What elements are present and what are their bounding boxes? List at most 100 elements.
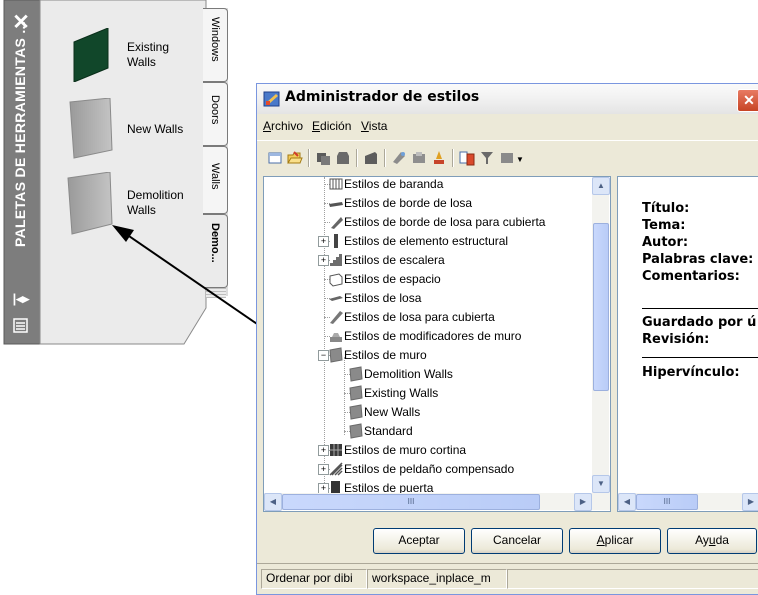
button-label: da xyxy=(715,533,729,547)
button-label: plicar xyxy=(604,533,634,547)
property-label: Hipervínculo: xyxy=(642,365,740,380)
style-manager-icon xyxy=(263,91,280,107)
tree-item-label: Estilos de peldaño compensado xyxy=(344,462,515,476)
toggle-view-icon[interactable] xyxy=(459,150,475,166)
wall-style-icon xyxy=(349,423,363,439)
tree-item-label: Existing Walls xyxy=(364,386,439,400)
style-details-panel: Título: Tema: Autor: Palabras clave: Comenta… xyxy=(617,176,758,512)
menu-bar: Archivo Edición Vista xyxy=(257,115,758,137)
roof-slab-style-icon xyxy=(330,311,343,324)
status-drawing: workspace_inplace_m xyxy=(367,569,507,589)
expand-icon[interactable]: + xyxy=(318,464,329,475)
menu-vista[interactable]: Vista xyxy=(361,119,387,133)
property-label: Autor: xyxy=(642,235,689,250)
scroll-thumb[interactable]: III xyxy=(282,494,540,510)
divider xyxy=(642,308,758,309)
new-style-icon[interactable] xyxy=(363,150,379,166)
tree-item-label: Estilos de losa para cubierta xyxy=(344,310,495,324)
toolbar-separator xyxy=(308,149,310,167)
menu-label: dición xyxy=(320,119,352,133)
menu-edicion[interactable]: Edición xyxy=(312,119,351,133)
structural-member-style-icon xyxy=(334,234,338,248)
tree-item-label: Estilos de losa xyxy=(344,291,422,305)
scroll-left-button[interactable]: ◀ xyxy=(618,493,636,511)
scroll-left-button[interactable]: ◀ xyxy=(264,493,282,511)
railing-style-icon xyxy=(329,178,343,190)
expand-icon[interactable]: + xyxy=(318,445,329,456)
help-button[interactable]: Ayuda xyxy=(667,528,757,554)
set-from-icon[interactable] xyxy=(431,150,447,166)
apply-button[interactable]: Aplicar xyxy=(569,528,661,554)
ok-button[interactable]: Aceptar xyxy=(373,528,465,554)
scroll-thumb[interactable]: III xyxy=(636,494,698,510)
style-tree[interactable]: Estilos de baranda Estilos de borde de lo… xyxy=(263,176,611,512)
scroll-right-button[interactable]: ▶ xyxy=(574,493,592,511)
divider xyxy=(642,357,758,358)
scroll-right-button[interactable]: ▶ xyxy=(742,493,758,511)
wall-style-icon xyxy=(349,385,363,401)
new-drawing-icon[interactable] xyxy=(267,150,283,166)
winder-style-icon xyxy=(329,462,343,476)
expand-icon[interactable]: + xyxy=(318,255,329,266)
menu-archivo[interactable]: Archivo xyxy=(263,119,303,133)
roof-slab-edge-style-icon xyxy=(331,217,343,229)
style-type-icon[interactable] xyxy=(499,150,515,166)
tree-horizontal-scrollbar[interactable]: ◀ III ▶ xyxy=(264,493,610,511)
property-label: Comentarios: xyxy=(642,269,740,284)
details-horizontal-scrollbar[interactable]: ◀ III ▶ xyxy=(618,493,758,511)
toolbar-separator xyxy=(356,149,358,167)
expand-icon[interactable]: + xyxy=(318,236,329,247)
wall-style-icon xyxy=(329,347,343,363)
toolbar: ▼ xyxy=(257,140,758,175)
menu-accel: E xyxy=(312,119,321,133)
property-label: Revisión: xyxy=(642,332,710,347)
filter-icon[interactable] xyxy=(479,150,495,166)
scroll-down-button[interactable]: ▼ xyxy=(592,475,610,493)
scroll-up-button[interactable]: ▲ xyxy=(592,177,610,195)
wall-modifier-style-icon xyxy=(330,333,342,342)
open-drawing-icon[interactable] xyxy=(287,150,303,166)
paste-icon[interactable] xyxy=(335,150,351,166)
edit-style-icon[interactable] xyxy=(411,150,427,166)
tree-item-label: Estilos de muro cortina xyxy=(344,443,467,457)
menu-accel: V xyxy=(361,119,369,133)
property-label: Palabras clave: xyxy=(642,252,754,267)
scroll-thumb[interactable] xyxy=(593,223,609,391)
menu-accel: A xyxy=(263,119,272,133)
slab-edge-style-icon xyxy=(329,202,343,207)
curtain-wall-style-icon xyxy=(330,444,342,456)
wall-style-icon xyxy=(349,404,363,420)
toolbar-separator xyxy=(452,149,454,167)
tree-vertical-scrollbar[interactable]: ▲ ▼ xyxy=(592,177,610,493)
status-empty xyxy=(507,569,758,589)
collapse-icon[interactable]: − xyxy=(318,350,329,361)
chevron-down-icon[interactable]: ▼ xyxy=(516,155,524,164)
style-manager-dialog: Administrador de estilos ✕ Archivo Edici… xyxy=(256,83,758,595)
tree-item-label: Estilos de borde de losa xyxy=(344,196,473,210)
tree-item-label: Estilos de baranda xyxy=(344,177,444,191)
wall-style-icon xyxy=(349,366,363,382)
space-style-icon xyxy=(329,273,343,287)
property-label: Título: xyxy=(642,201,690,216)
tree-item-label: New Walls xyxy=(364,405,421,419)
status-sort: Ordenar por dibi xyxy=(261,569,367,589)
tree-item-label: Standard xyxy=(364,424,413,438)
toolbar-separator xyxy=(384,149,386,167)
property-label: Guardado por ú xyxy=(642,315,757,330)
close-button[interactable]: ✕ xyxy=(737,89,758,112)
cancel-button[interactable]: Cancelar xyxy=(471,528,563,554)
tree-line xyxy=(344,357,345,435)
stair-style-icon xyxy=(330,254,342,266)
status-bar: Ordenar por dibi workspace_inplace_m xyxy=(257,563,758,592)
slab-style-icon xyxy=(329,296,343,301)
tree-item-label: Estilos de borde de losa para cubierta xyxy=(344,215,546,229)
button-label: Ay xyxy=(695,533,709,547)
purge-styles-icon[interactable] xyxy=(391,150,407,166)
property-label: Tema: xyxy=(642,218,686,233)
copy-icon[interactable] xyxy=(315,150,331,166)
title-bar[interactable]: Administrador de estilos ✕ xyxy=(257,84,758,114)
tree-item-label: Estilos de modificadores de muro xyxy=(344,329,522,343)
tree-item-label: Estilos de escalera xyxy=(344,253,445,267)
menu-label: ista xyxy=(368,119,388,133)
button-accel: u xyxy=(708,533,716,547)
